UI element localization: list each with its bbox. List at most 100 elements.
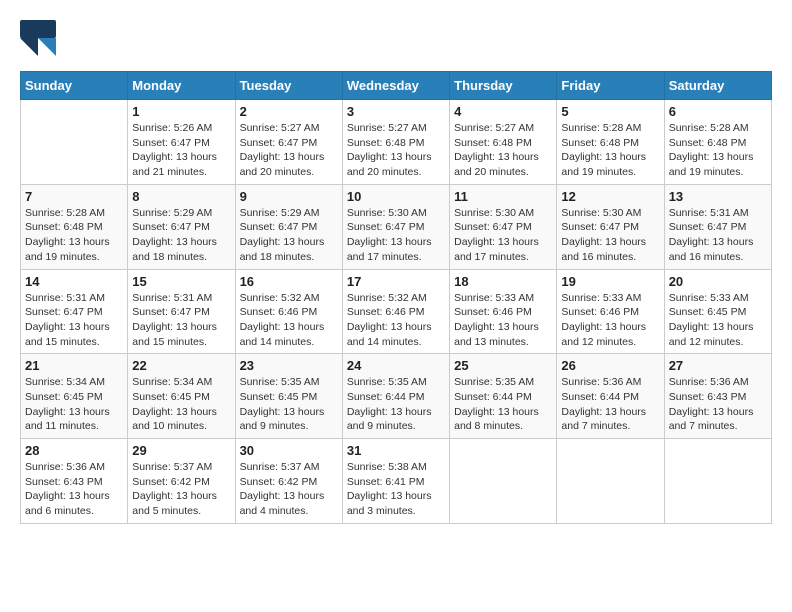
day-number: 30 xyxy=(240,443,338,458)
day-info: Sunrise: 5:30 AM Sunset: 6:47 PM Dayligh… xyxy=(454,206,552,265)
day-info: Sunrise: 5:37 AM Sunset: 6:42 PM Dayligh… xyxy=(240,460,338,519)
calendar-cell: 10Sunrise: 5:30 AM Sunset: 6:47 PM Dayli… xyxy=(342,184,449,269)
calendar-cell: 15Sunrise: 5:31 AM Sunset: 6:47 PM Dayli… xyxy=(128,269,235,354)
logo xyxy=(20,20,60,61)
day-info: Sunrise: 5:35 AM Sunset: 6:44 PM Dayligh… xyxy=(454,375,552,434)
day-info: Sunrise: 5:27 AM Sunset: 6:48 PM Dayligh… xyxy=(454,121,552,180)
day-info: Sunrise: 5:34 AM Sunset: 6:45 PM Dayligh… xyxy=(25,375,123,434)
day-number: 4 xyxy=(454,104,552,119)
calendar-cell: 8 Sunrise: 5:29 AM Sunset: 6:47 PM Daylig… xyxy=(128,184,235,269)
day-number: 15 xyxy=(132,274,230,289)
calendar-cell: 3 Sunrise: 5:27 AM Sunset: 6:48 PM Daylig… xyxy=(342,100,449,185)
day-info: Sunrise: 5:29 AM Sunset: 6:47 PM Dayligh… xyxy=(240,206,338,265)
calendar-cell: 20 Sunrise: 5:33 AM Sunset: 6:45 PM Dayli… xyxy=(664,269,771,354)
calendar-cell: 13 Sunrise: 5:31 AM Sunset: 6:47 PM Dayli… xyxy=(664,184,771,269)
day-number: 7 xyxy=(25,189,123,204)
day-number: 3 xyxy=(347,104,445,119)
day-info: Sunrise: 5:34 AM Sunset: 6:45 PM Dayligh… xyxy=(132,375,230,434)
day-number: 11 xyxy=(454,189,552,204)
day-number: 16 xyxy=(240,274,338,289)
calendar-cell: 18Sunrise: 5:33 AM Sunset: 6:46 PM Dayli… xyxy=(450,269,557,354)
day-info: Sunrise: 5:29 AM Sunset: 6:47 PM Dayligh… xyxy=(132,206,230,265)
day-number: 20 xyxy=(669,274,767,289)
calendar-cell: 2 Sunrise: 5:27 AM Sunset: 6:47 PM Daylig… xyxy=(235,100,342,185)
calendar-header-row: SundayMondayTuesdayWednesdayThursdayFrid… xyxy=(21,72,772,100)
calendar-cell: 16 Sunrise: 5:32 AM Sunset: 6:46 PM Dayli… xyxy=(235,269,342,354)
day-info: Sunrise: 5:32 AM Sunset: 6:46 PM Dayligh… xyxy=(347,291,445,350)
day-info: Sunrise: 5:28 AM Sunset: 6:48 PM Dayligh… xyxy=(25,206,123,265)
day-number: 5 xyxy=(561,104,659,119)
day-info: Sunrise: 5:33 AM Sunset: 6:45 PM Dayligh… xyxy=(669,291,767,350)
logo-icon xyxy=(20,20,56,56)
day-info: Sunrise: 5:27 AM Sunset: 6:48 PM Dayligh… xyxy=(347,121,445,180)
calendar-cell xyxy=(664,439,771,524)
day-number: 27 xyxy=(669,358,767,373)
day-number: 24 xyxy=(347,358,445,373)
day-info: Sunrise: 5:36 AM Sunset: 6:43 PM Dayligh… xyxy=(25,460,123,519)
day-info: Sunrise: 5:37 AM Sunset: 6:42 PM Dayligh… xyxy=(132,460,230,519)
calendar-cell xyxy=(557,439,664,524)
calendar-cell: 14 Sunrise: 5:31 AM Sunset: 6:47 PM Dayli… xyxy=(21,269,128,354)
day-number: 13 xyxy=(669,189,767,204)
calendar-cell: 23Sunrise: 5:35 AM Sunset: 6:45 PM Dayli… xyxy=(235,354,342,439)
day-info: Sunrise: 5:32 AM Sunset: 6:46 PM Dayligh… xyxy=(240,291,338,350)
day-number: 19 xyxy=(561,274,659,289)
header-saturday: Saturday xyxy=(664,72,771,100)
day-number: 9 xyxy=(240,189,338,204)
calendar-table: SundayMondayTuesdayWednesdayThursdayFrid… xyxy=(20,71,772,524)
header-thursday: Thursday xyxy=(450,72,557,100)
day-number: 21 xyxy=(25,358,123,373)
calendar-cell: 6 Sunrise: 5:28 AM Sunset: 6:48 PM Daylig… xyxy=(664,100,771,185)
calendar-cell: 4 Sunrise: 5:27 AM Sunset: 6:48 PM Daylig… xyxy=(450,100,557,185)
week-row-3: 14 Sunrise: 5:31 AM Sunset: 6:47 PM Dayli… xyxy=(21,269,772,354)
day-number: 6 xyxy=(669,104,767,119)
calendar-cell: 28 Sunrise: 5:36 AM Sunset: 6:43 PM Dayli… xyxy=(21,439,128,524)
calendar-cell: 31 Sunrise: 5:38 AM Sunset: 6:41 PM Dayli… xyxy=(342,439,449,524)
calendar-cell: 5 Sunrise: 5:28 AM Sunset: 6:48 PM Daylig… xyxy=(557,100,664,185)
calendar-cell: 7 Sunrise: 5:28 AM Sunset: 6:48 PM Daylig… xyxy=(21,184,128,269)
calendar-cell: 27 Sunrise: 5:36 AM Sunset: 6:43 PM Dayli… xyxy=(664,354,771,439)
calendar-cell xyxy=(21,100,128,185)
day-number: 31 xyxy=(347,443,445,458)
calendar-cell: 1 Sunrise: 5:26 AM Sunset: 6:47 PM Daylig… xyxy=(128,100,235,185)
week-row-2: 7 Sunrise: 5:28 AM Sunset: 6:48 PM Daylig… xyxy=(21,184,772,269)
header-sunday: Sunday xyxy=(21,72,128,100)
week-row-5: 28 Sunrise: 5:36 AM Sunset: 6:43 PM Dayli… xyxy=(21,439,772,524)
day-number: 25 xyxy=(454,358,552,373)
day-number: 10 xyxy=(347,189,445,204)
calendar-cell: 25 Sunrise: 5:35 AM Sunset: 6:44 PM Dayli… xyxy=(450,354,557,439)
calendar-cell: 17 Sunrise: 5:32 AM Sunset: 6:46 PM Dayli… xyxy=(342,269,449,354)
day-number: 1 xyxy=(132,104,230,119)
day-number: 26 xyxy=(561,358,659,373)
calendar-cell: 22Sunrise: 5:34 AM Sunset: 6:45 PM Dayli… xyxy=(128,354,235,439)
calendar-cell: 21 Sunrise: 5:34 AM Sunset: 6:45 PM Dayli… xyxy=(21,354,128,439)
day-info: Sunrise: 5:27 AM Sunset: 6:47 PM Dayligh… xyxy=(240,121,338,180)
header-monday: Monday xyxy=(128,72,235,100)
day-info: Sunrise: 5:38 AM Sunset: 6:41 PM Dayligh… xyxy=(347,460,445,519)
header-friday: Friday xyxy=(557,72,664,100)
day-info: Sunrise: 5:28 AM Sunset: 6:48 PM Dayligh… xyxy=(561,121,659,180)
day-info: Sunrise: 5:28 AM Sunset: 6:48 PM Dayligh… xyxy=(669,121,767,180)
calendar-cell: 24 Sunrise: 5:35 AM Sunset: 6:44 PM Dayli… xyxy=(342,354,449,439)
calendar-cell: 26 Sunrise: 5:36 AM Sunset: 6:44 PM Dayli… xyxy=(557,354,664,439)
day-info: Sunrise: 5:31 AM Sunset: 6:47 PM Dayligh… xyxy=(25,291,123,350)
header-tuesday: Tuesday xyxy=(235,72,342,100)
day-number: 14 xyxy=(25,274,123,289)
day-info: Sunrise: 5:31 AM Sunset: 6:47 PM Dayligh… xyxy=(669,206,767,265)
day-info: Sunrise: 5:36 AM Sunset: 6:43 PM Dayligh… xyxy=(669,375,767,434)
calendar-cell: 11 Sunrise: 5:30 AM Sunset: 6:47 PM Dayli… xyxy=(450,184,557,269)
day-number: 28 xyxy=(25,443,123,458)
day-info: Sunrise: 5:35 AM Sunset: 6:45 PM Dayligh… xyxy=(240,375,338,434)
day-info: Sunrise: 5:26 AM Sunset: 6:47 PM Dayligh… xyxy=(132,121,230,180)
header-wednesday: Wednesday xyxy=(342,72,449,100)
day-number: 12 xyxy=(561,189,659,204)
day-number: 17 xyxy=(347,274,445,289)
day-info: Sunrise: 5:36 AM Sunset: 6:44 PM Dayligh… xyxy=(561,375,659,434)
day-number: 8 xyxy=(132,189,230,204)
day-info: Sunrise: 5:33 AM Sunset: 6:46 PM Dayligh… xyxy=(561,291,659,350)
calendar-cell: 29Sunrise: 5:37 AM Sunset: 6:42 PM Dayli… xyxy=(128,439,235,524)
page-header xyxy=(20,20,772,61)
day-number: 18 xyxy=(454,274,552,289)
day-info: Sunrise: 5:35 AM Sunset: 6:44 PM Dayligh… xyxy=(347,375,445,434)
day-number: 2 xyxy=(240,104,338,119)
